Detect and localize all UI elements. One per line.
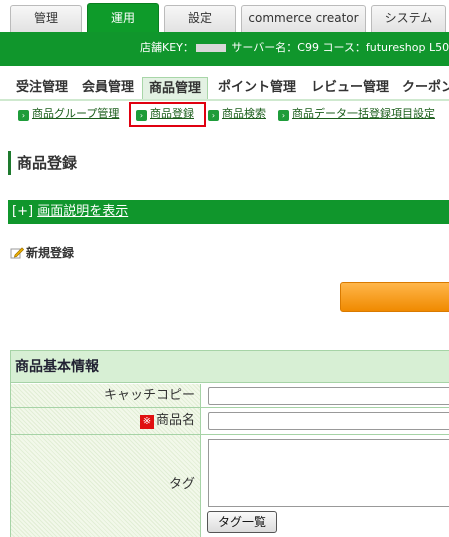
nav-product-management[interactable]: 商品管理 <box>142 77 209 99</box>
header-bar: 店舗KEY： サーバー名：C99 コース：futureshop L50 <box>0 32 449 66</box>
nav-order-management[interactable]: 受注管理 <box>16 77 68 99</box>
arrow-bullet-icon: › <box>18 110 29 121</box>
nav-coupon[interactable]: クーポン <box>402 77 449 99</box>
catch-copy-label: キャッチコピー <box>11 384 201 407</box>
arrow-bullet-icon: › <box>278 110 289 121</box>
new-registration-label: 新規登録 <box>26 246 75 260</box>
product-name-label: 商品名 <box>155 413 195 428</box>
top-tab-bar: 管理 運用 設定 commerce creator システム <box>0 0 449 32</box>
product-name-cell <box>202 408 449 434</box>
help-bar: [+] 画面説明を表示 <box>8 200 449 224</box>
subnav-product-search[interactable]: › 商品検索 <box>208 106 266 122</box>
row-tag: タグ タグ一覧 <box>11 435 449 537</box>
row-catch-copy: キャッチコピー <box>11 384 449 408</box>
tag-textarea[interactable] <box>208 439 449 507</box>
new-registration[interactable]: 新規登録 <box>10 244 74 262</box>
required-mark-icon: ※ <box>139 415 154 429</box>
shop-key-label: 店舗KEY： <box>140 41 194 54</box>
register-button[interactable] <box>340 282 449 312</box>
sub-nav: › 商品グループ管理 › 商品登録 › 商品検索 › 商品データ一括登録項目設定 <box>0 104 449 124</box>
nav-point-management[interactable]: ポイント管理 <box>218 77 296 99</box>
tag-cell: タグ一覧 <box>202 435 449 537</box>
masked-shop-key <box>195 44 226 52</box>
subnav-label: 商品グループ管理 <box>32 107 120 120</box>
highlight-frame <box>129 102 206 127</box>
subnav-label: 商品検索 <box>222 107 266 120</box>
shop-info: 店舗KEY： サーバー名：C99 コース：futureshop L50 <box>140 41 449 55</box>
tab-kanri[interactable]: 管理 <box>10 5 82 32</box>
expand-marker: [+] <box>12 204 34 219</box>
tab-system[interactable]: システム <box>371 5 446 32</box>
server-info: サーバー名：C99 コース：futureshop L50 <box>231 41 449 54</box>
product-name-label-cell: ※ 商品名 <box>11 408 201 434</box>
tab-commerce-creator[interactable]: commerce creator <box>241 5 366 32</box>
subnav-label: 商品データ一括登録項目設定 <box>292 107 435 120</box>
main-nav: 受注管理 会員管理 商品管理 ポイント管理 レビュー管理 クーポン <box>0 74 449 101</box>
subnav-bulk-data-settings[interactable]: › 商品データ一括登録項目設定 <box>278 106 435 122</box>
basic-info-section: 商品基本情報 キャッチコピー ※ 商品名 タグ タグ一覧 <box>10 350 449 537</box>
tab-settei[interactable]: 設定 <box>164 5 236 32</box>
tab-unyo[interactable]: 運用 <box>87 3 159 32</box>
nav-member-management[interactable]: 会員管理 <box>82 77 134 99</box>
pencil-icon <box>10 247 24 259</box>
tag-label: タグ <box>11 435 201 537</box>
product-name-input[interactable] <box>208 412 449 430</box>
catch-copy-cell <box>202 384 449 407</box>
nav-review-management[interactable]: レビュー管理 <box>311 77 389 99</box>
tag-list-button[interactable]: タグ一覧 <box>207 511 278 533</box>
arrow-bullet-icon: › <box>208 110 219 121</box>
row-product-name: ※ 商品名 <box>11 408 449 435</box>
catch-copy-input[interactable] <box>208 387 449 405</box>
page-title: 商品登録 <box>8 151 77 175</box>
show-help-link[interactable]: 画面説明を表示 <box>37 204 128 219</box>
section-title: 商品基本情報 <box>11 351 449 383</box>
subnav-product-group[interactable]: › 商品グループ管理 <box>18 106 119 122</box>
